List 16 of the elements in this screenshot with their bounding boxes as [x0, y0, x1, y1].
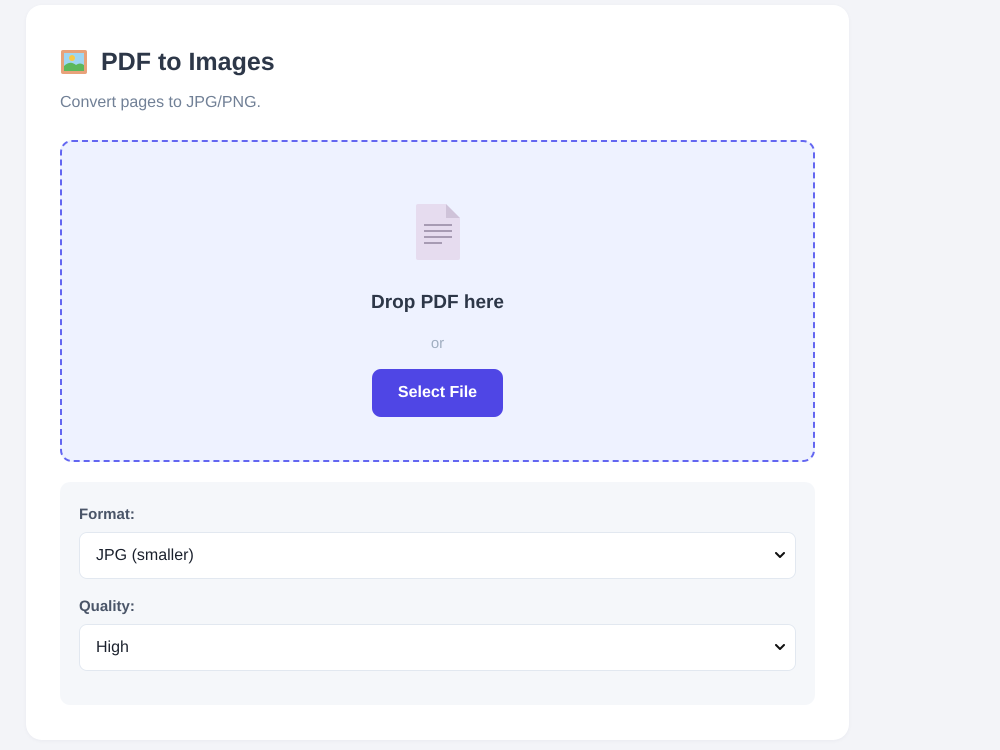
page-title: PDF to Images [101, 48, 275, 76]
file-drop-zone[interactable]: Drop PDF here or Select File [60, 140, 815, 462]
page-subtitle: Convert pages to JPG/PNG. [60, 94, 261, 112]
dropdown-value: High [96, 638, 129, 656]
dropdown-select[interactable]: High [79, 624, 796, 671]
separator-text: or [430, 335, 444, 352]
select-file-button[interactable]: Select File [372, 369, 503, 417]
drop-heading: Drop PDF here [370, 292, 504, 314]
chevron-down-icon [775, 552, 785, 559]
field-label: Format: [79, 506, 135, 523]
document-icon [416, 204, 460, 260]
field-label: Quality: [79, 598, 135, 615]
dropdown-value: JPG (smaller) [96, 546, 194, 564]
chevron-down-icon [775, 644, 785, 651]
dropdown-select[interactable]: JPG (smaller) [79, 532, 796, 579]
framed-picture-icon [60, 48, 88, 76]
